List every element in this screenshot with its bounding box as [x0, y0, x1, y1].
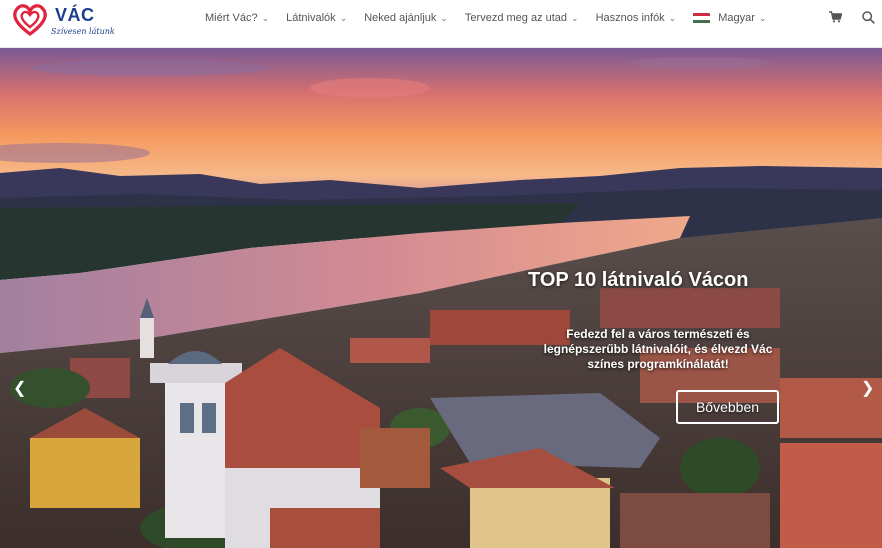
site-header: VÁC Szívesen látunk Miért Vác? ⌄ Látniva…: [0, 0, 882, 48]
chevron-down-icon: ⌄: [339, 12, 348, 23]
chevron-down-icon: ⌄: [758, 12, 767, 23]
chevron-down-icon: ⌄: [668, 12, 677, 23]
chevron-down-icon: ⌄: [571, 12, 579, 23]
nav-item-label: Hasznos infók: [595, 12, 665, 24]
slide-title: TOP 10 látnivaló Vácon: [528, 269, 749, 291]
nav-item-latnivalok[interactable]: Látnivalók ⌄: [286, 12, 347, 24]
chevron-down-icon: ⌄: [440, 12, 448, 23]
hungary-flag-icon: [693, 12, 711, 24]
nav-item-label: Neked ajánljuk: [364, 12, 437, 24]
chevron-right-icon: ❯: [861, 380, 875, 397]
slide-description: Fedezd fel a város természeti és legnéps…: [543, 327, 773, 371]
language-label: Magyar: [718, 12, 755, 24]
nav-item-label: Tervezd meg az utad: [464, 12, 568, 24]
site-logo[interactable]: VÁC Szívesen látunk: [11, 3, 115, 41]
chevron-left-icon: ❮: [13, 380, 27, 397]
cart-icon[interactable]: [829, 11, 842, 23]
hero-background-image: [0, 48, 882, 548]
nav-item-tervezd-meg[interactable]: Tervezd meg az utad ⌄: [465, 12, 579, 24]
read-more-button[interactable]: Bővebben: [676, 390, 779, 424]
language-switcher[interactable]: Magyar ⌄: [693, 12, 766, 24]
nav-item-miert-vac[interactable]: Miért Vác? ⌄: [205, 12, 269, 24]
main-nav: Miért Vác? ⌄ Látnivalók ⌄ Neked ajánljuk…: [205, 0, 783, 36]
heart-logo-icon: [13, 4, 47, 36]
slider-prev-button[interactable]: ❮: [13, 381, 26, 397]
search-icon[interactable]: [862, 11, 875, 24]
nav-item-neked-ajanljuk[interactable]: Neked ajánljuk ⌄: [364, 12, 448, 24]
nav-item-label: Látnivalók: [286, 12, 336, 24]
nav-item-label: Miért Vác?: [205, 12, 258, 24]
logo-tagline: Szívesen látunk: [51, 27, 115, 36]
slider-next-button[interactable]: ❯: [861, 381, 874, 397]
nav-item-hasznos-infok[interactable]: Hasznos infók ⌄: [596, 12, 677, 24]
logo-name: VÁC: [55, 5, 95, 25]
hero-slider: ❮ ❯: [0, 48, 882, 548]
chevron-down-icon: ⌄: [261, 12, 270, 23]
